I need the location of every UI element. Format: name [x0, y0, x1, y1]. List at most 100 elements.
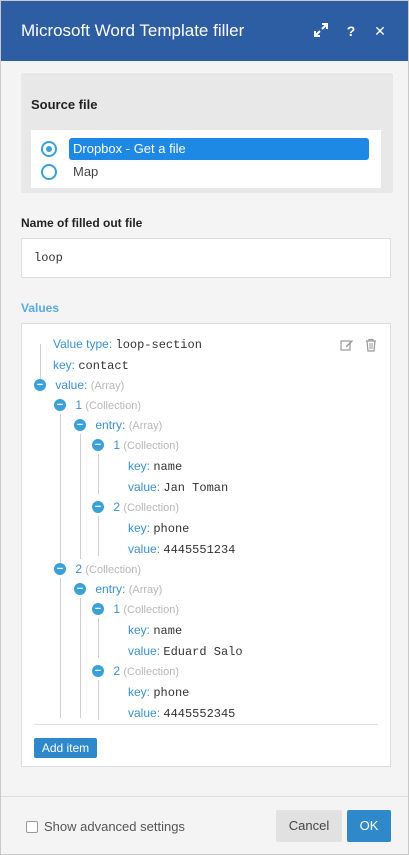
dialog-header: Microsoft Word Template filler ? ✕: [1, 1, 408, 61]
tree-guide-line: [60, 414, 61, 564]
collapse-icon[interactable]: −: [74, 582, 86, 595]
trash-icon[interactable]: [364, 338, 378, 352]
tree-key: 2: [113, 500, 121, 514]
tree-type: (Collection): [123, 604, 180, 616]
radio-selected-icon[interactable]: [41, 141, 57, 157]
help-icon[interactable]: ?: [342, 22, 360, 40]
tree-key: entry:: [95, 418, 126, 432]
tree-row-item[interactable]: − 2 (Collection): [92, 497, 179, 517]
source-file-options: Dropbox - Get a file Map: [31, 130, 381, 188]
tree-key: Value type:: [53, 337, 113, 351]
tree-value: loop-section: [115, 338, 202, 352]
tree-key: key:: [128, 623, 151, 637]
tree-key: entry:: [95, 582, 126, 596]
tree-row-value-type: Value type: loop-section: [53, 334, 202, 354]
tree-value: Eduard Salo: [163, 645, 243, 659]
source-option-dropbox[interactable]: Dropbox - Get a file: [41, 138, 369, 160]
tree-key: value:: [128, 706, 161, 720]
tree-row-item[interactable]: − 2 (Collection): [54, 559, 141, 579]
module-settings-dialog: Microsoft Word Template filler ? ✕ Sourc…: [0, 0, 409, 855]
tree-key: value:: [55, 378, 88, 392]
tree-type: (Collection): [123, 440, 180, 452]
tree-key: value:: [128, 644, 161, 658]
tree-value: name: [153, 460, 183, 474]
tree-row-entry[interactable]: − entry: (Array): [74, 579, 162, 599]
tree-value: contact: [78, 359, 129, 373]
source-option-label[interactable]: Map: [69, 161, 102, 183]
tree-value: 4445552345: [163, 707, 236, 721]
tree-key: 2: [113, 664, 121, 678]
tree-key: 1: [113, 602, 121, 616]
dialog-title: Microsoft Word Template filler: [21, 21, 245, 40]
tree-row-item[interactable]: − 2 (Collection): [92, 661, 179, 681]
dialog-body: Source file Dropbox - Get a file Map Nam…: [1, 61, 408, 796]
tree-row-key: key: phone: [128, 518, 189, 538]
collapse-icon[interactable]: −: [74, 418, 86, 431]
tree-row-key: key: name: [128, 620, 182, 640]
collapse-icon[interactable]: −: [92, 500, 104, 513]
tree-row-entry[interactable]: − entry: (Array): [74, 415, 162, 435]
tree-guide-line: [98, 516, 99, 556]
tree-type: (Array): [90, 380, 125, 392]
tree-type: (Array): [128, 584, 163, 596]
filename-label: Name of filled out file: [21, 216, 143, 230]
expand-icon[interactable]: [312, 22, 330, 40]
tree-value: phone: [153, 686, 190, 700]
collapse-icon[interactable]: −: [54, 562, 66, 575]
collapse-icon[interactable]: −: [54, 398, 66, 411]
tree-guide-line: [80, 598, 81, 718]
tree-key: key:: [128, 459, 151, 473]
tree-key: key:: [128, 521, 151, 535]
tree-type: (Collection): [123, 502, 180, 514]
tree-key: value:: [128, 480, 161, 494]
tree-type: (Array): [128, 420, 163, 432]
tree-row-item[interactable]: − 1 (Collection): [92, 599, 179, 619]
tree-type: (Collection): [85, 564, 142, 576]
tree-guide-line: [80, 434, 81, 559]
tree-row-value[interactable]: − value: (Array): [34, 375, 124, 395]
tree-row-item[interactable]: − 1 (Collection): [92, 435, 179, 455]
advanced-settings-label[interactable]: Show advanced settings: [44, 819, 185, 834]
tree-key: key:: [128, 685, 151, 699]
tree-key: key:: [53, 358, 76, 372]
collapse-icon[interactable]: −: [92, 602, 104, 615]
tree-value: phone: [153, 522, 190, 536]
advanced-settings-checkbox[interactable]: [26, 821, 38, 833]
filename-input[interactable]: loop: [21, 238, 391, 278]
collapse-icon[interactable]: −: [92, 664, 104, 677]
ok-button[interactable]: OK: [347, 810, 391, 842]
tree-row-key: key: name: [128, 456, 182, 476]
tree-guide-line: [98, 454, 99, 494]
tree-type: (Collection): [85, 400, 142, 412]
tree-row-value: value: 4445552345: [128, 703, 235, 723]
source-option-map[interactable]: Map: [41, 161, 102, 183]
values-editor: Value type: loop-section key: contact − …: [21, 323, 391, 767]
tree-row-value: value: 4445551234: [128, 539, 235, 559]
values-divider: [34, 724, 378, 725]
cancel-button[interactable]: Cancel: [276, 810, 342, 842]
tree-row-key: key: phone: [128, 682, 189, 702]
source-file-panel: Source file Dropbox - Get a file Map: [21, 73, 393, 193]
tree-key: 1: [75, 398, 83, 412]
collapse-icon[interactable]: −: [92, 438, 104, 451]
tree-guide-line: [60, 578, 61, 718]
tree-key: value:: [128, 542, 161, 556]
tree-value: Jan Toman: [163, 481, 229, 495]
source-option-label[interactable]: Dropbox - Get a file: [69, 138, 369, 160]
tree-row-value: value: Eduard Salo: [128, 641, 243, 661]
tree-row-value: value: Jan Toman: [128, 477, 228, 497]
tree-value: 4445551234: [163, 543, 236, 557]
tree-row-item[interactable]: − 1 (Collection): [54, 395, 141, 415]
close-icon[interactable]: ✕: [371, 22, 389, 40]
tree-value: name: [153, 624, 183, 638]
collapse-icon[interactable]: −: [34, 378, 46, 391]
values-label: Values: [21, 301, 60, 315]
tree-key: 2: [75, 562, 83, 576]
tree-key: 1: [113, 438, 121, 452]
edit-icon[interactable]: [340, 338, 354, 352]
source-file-title: Source file: [31, 97, 98, 112]
dialog-footer: Show advanced settings Cancel OK: [1, 796, 408, 854]
add-item-button[interactable]: Add item: [34, 738, 97, 758]
tree-guide-line: [98, 680, 99, 720]
radio-unselected-icon[interactable]: [41, 164, 57, 180]
